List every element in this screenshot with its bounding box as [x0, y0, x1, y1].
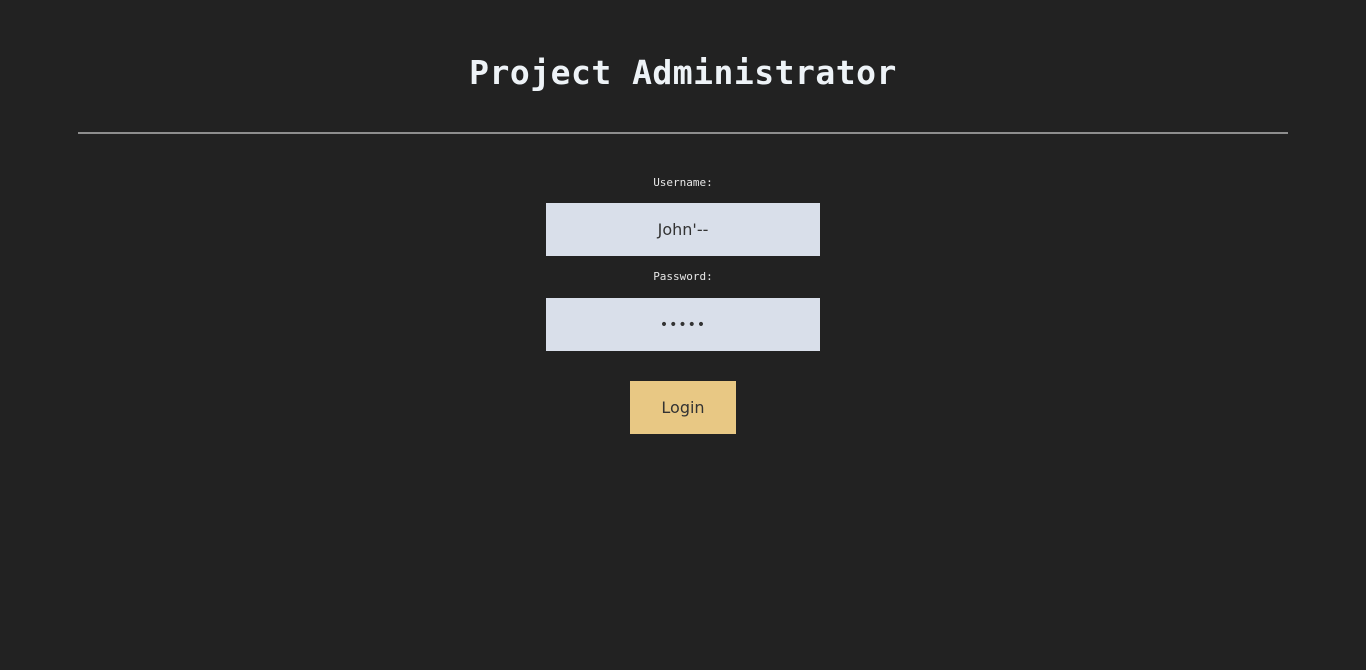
- password-input[interactable]: [546, 298, 820, 351]
- username-label: Username:: [653, 176, 713, 189]
- username-input[interactable]: [546, 203, 820, 256]
- login-button[interactable]: Login: [630, 381, 736, 434]
- page-title: Project Administrator: [469, 53, 897, 92]
- header-divider: [78, 132, 1288, 134]
- password-label: Password:: [653, 270, 713, 283]
